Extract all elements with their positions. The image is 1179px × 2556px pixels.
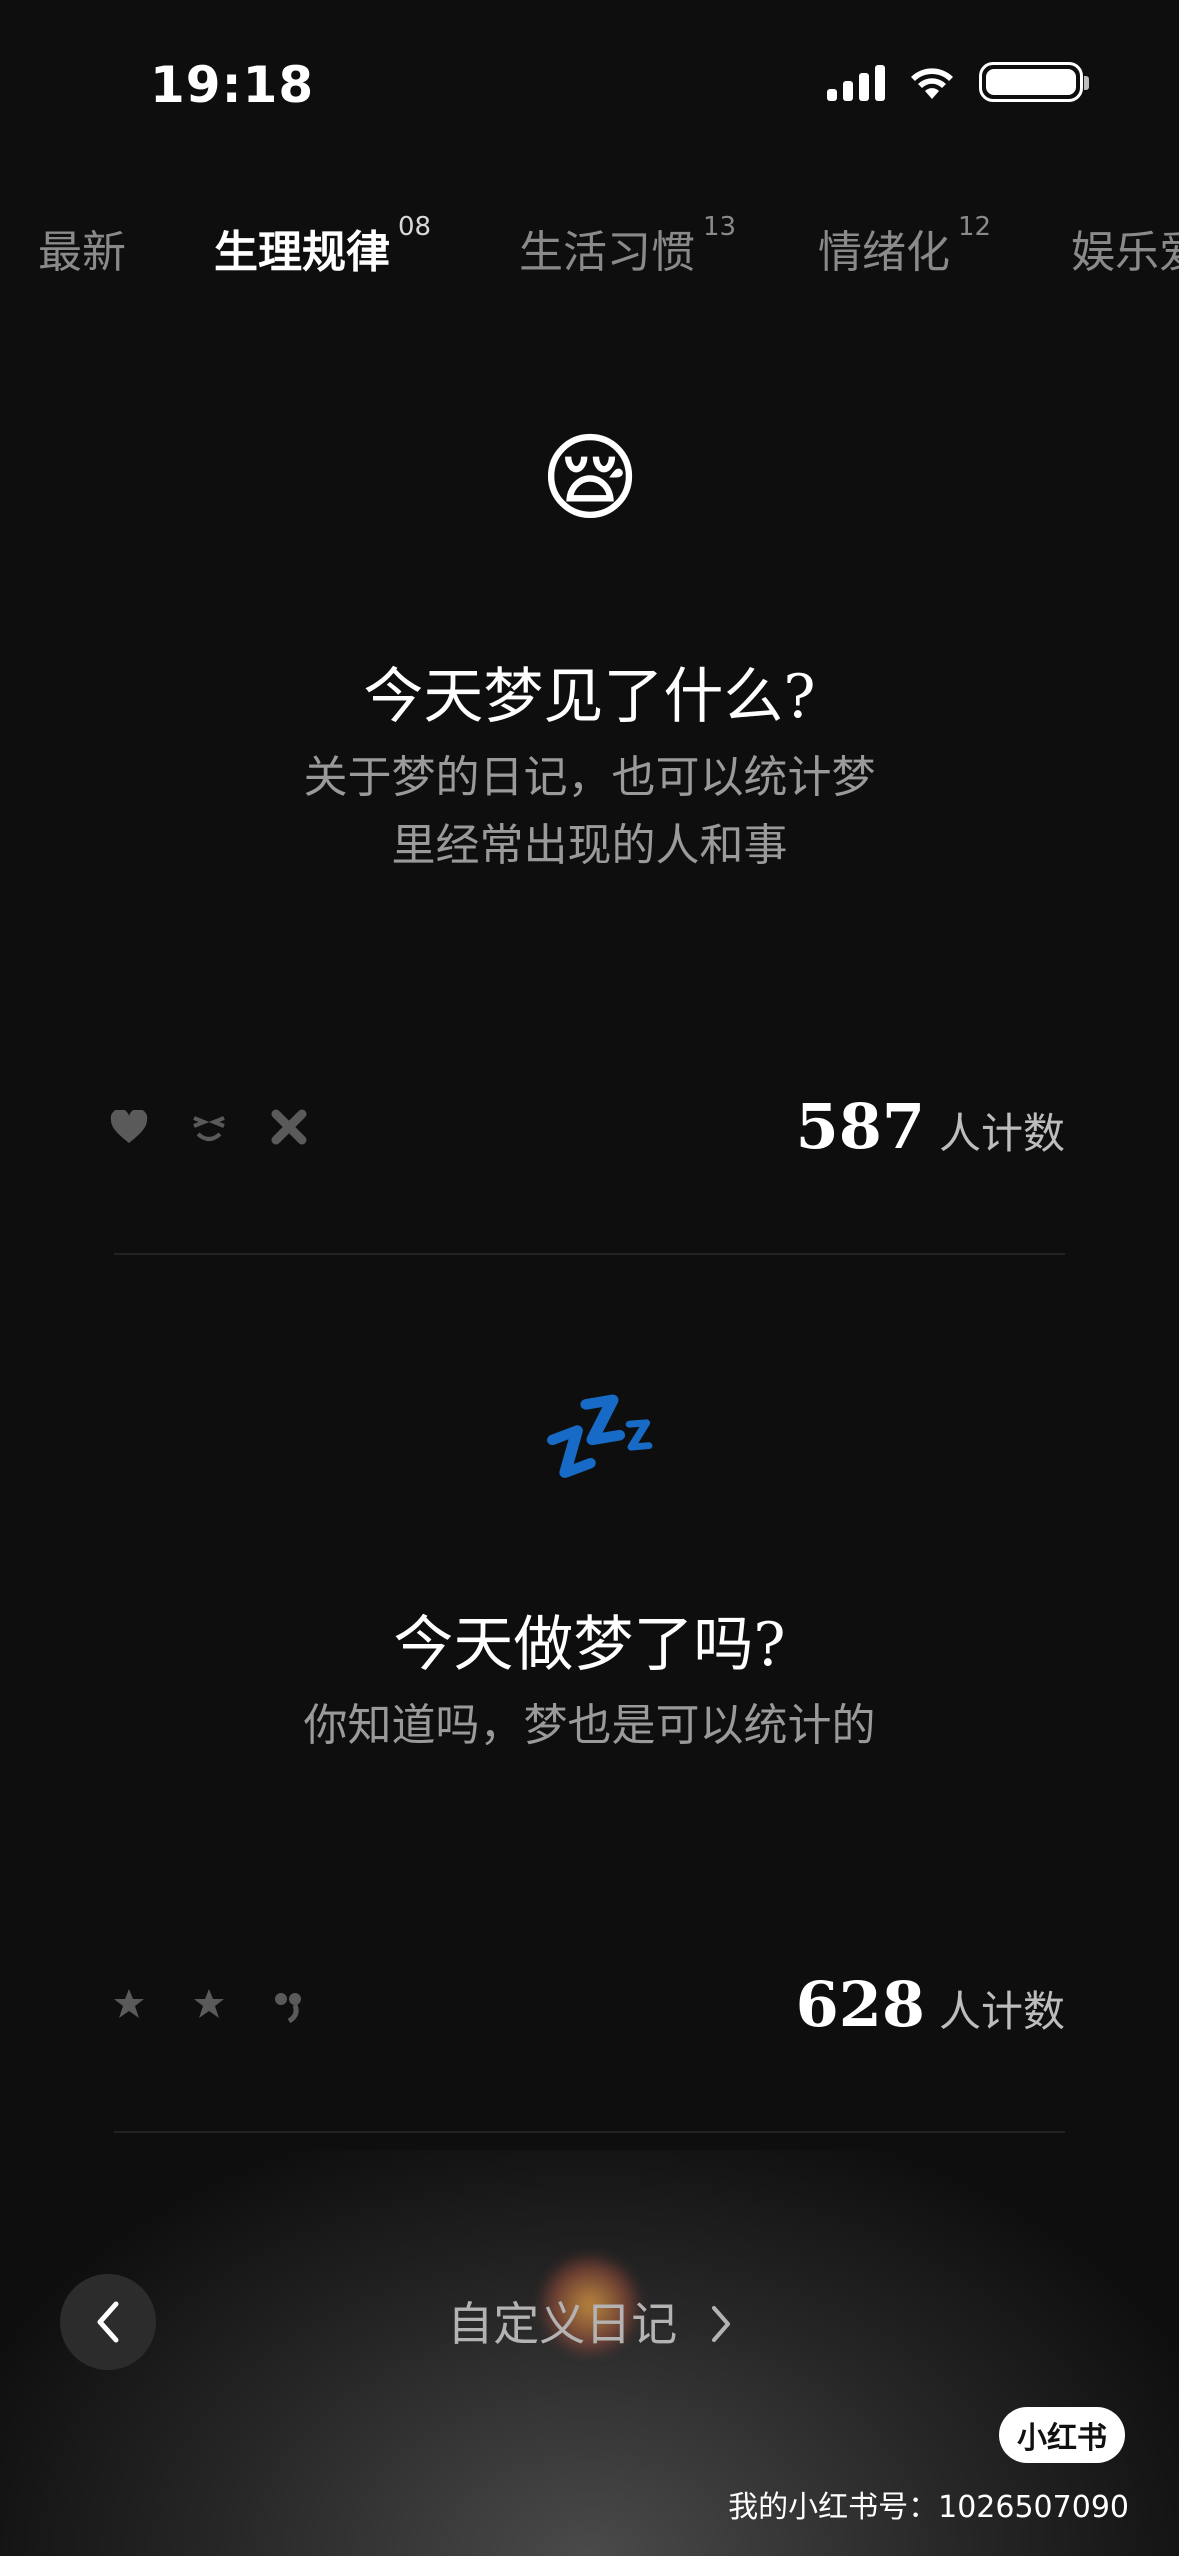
chevron-right-icon	[710, 2301, 732, 2355]
comma-face-icon	[270, 1986, 308, 2024]
tab-count: 08	[398, 212, 432, 242]
tab-label: 情绪化	[818, 227, 950, 278]
status-time: 19:18	[150, 56, 315, 114]
count-label: 人计数	[938, 1109, 1065, 1158]
heart-icon	[110, 1108, 148, 1146]
card-divider	[114, 2131, 1065, 2133]
reaction-icons	[110, 1986, 308, 2024]
tab-label: 生活习惯	[519, 227, 695, 278]
tab-emotions[interactable]: 情绪化 12	[818, 212, 991, 280]
tab-physiology[interactable]: 生理规律 08	[214, 212, 431, 280]
custom-diary-label: 自定义日记	[447, 2297, 678, 2351]
count-number: 628	[795, 1968, 925, 2041]
card-subtitle-line: 里经常出现的人和事	[391, 820, 788, 871]
brand-logo: 小红书	[999, 2407, 1125, 2463]
category-tabs: 最新 生理规律 08 生活习惯 13 情绪化 12 娱乐爱	[0, 206, 1179, 286]
card-subtitle: 关于梦的日记，也可以统计梦 里经常出现的人和事	[260, 744, 919, 880]
custom-diary-button[interactable]: 自定义日记	[0, 2288, 1179, 2355]
card-subtitle-line: 你知道吗，梦也是可以统计的	[303, 1700, 876, 1751]
participant-count: 587 人计数	[796, 1090, 1065, 1163]
wifi-icon	[911, 68, 953, 99]
tab-label: 娱乐爱	[1071, 227, 1179, 278]
status-icons	[827, 62, 1089, 102]
star-badge-icon	[110, 1986, 148, 2024]
account-id-text: 我的小红书号：1026507090	[728, 2490, 1129, 2525]
reaction-icons	[110, 1108, 308, 1146]
card-subtitle-line: 关于梦的日记，也可以统计梦	[303, 752, 876, 803]
sleepy-face-icon: 😪	[540, 422, 641, 534]
card-divider	[114, 1253, 1065, 1255]
count-number: 587	[795, 1090, 925, 1163]
squint-face-icon	[190, 1108, 228, 1146]
tab-habits[interactable]: 生活习惯 13	[519, 212, 736, 280]
battery-icon	[979, 62, 1089, 102]
card-title: 今天梦见了什么?	[363, 662, 816, 732]
cross-icon	[270, 1108, 308, 1146]
cellular-signal-icon	[827, 63, 885, 101]
star-badge-icon	[190, 1986, 228, 2024]
card-title: 今天做梦了吗?	[393, 1610, 786, 1680]
count-label: 人计数	[938, 1987, 1065, 2036]
tab-count: 13	[703, 212, 737, 242]
tab-label: 最新	[38, 227, 126, 278]
status-bar: 19:18	[0, 0, 1179, 170]
tab-entertainment[interactable]: 娱乐爱	[1071, 216, 1179, 280]
participant-count: 628 人计数	[796, 1968, 1065, 2041]
tab-count: 12	[958, 212, 992, 242]
tab-label: 生理规律	[214, 227, 390, 278]
card-subtitle: 你知道吗，梦也是可以统计的	[260, 1692, 919, 1760]
tab-latest[interactable]: 最新	[38, 216, 126, 280]
zzz-icon: 💤	[540, 1380, 660, 1492]
